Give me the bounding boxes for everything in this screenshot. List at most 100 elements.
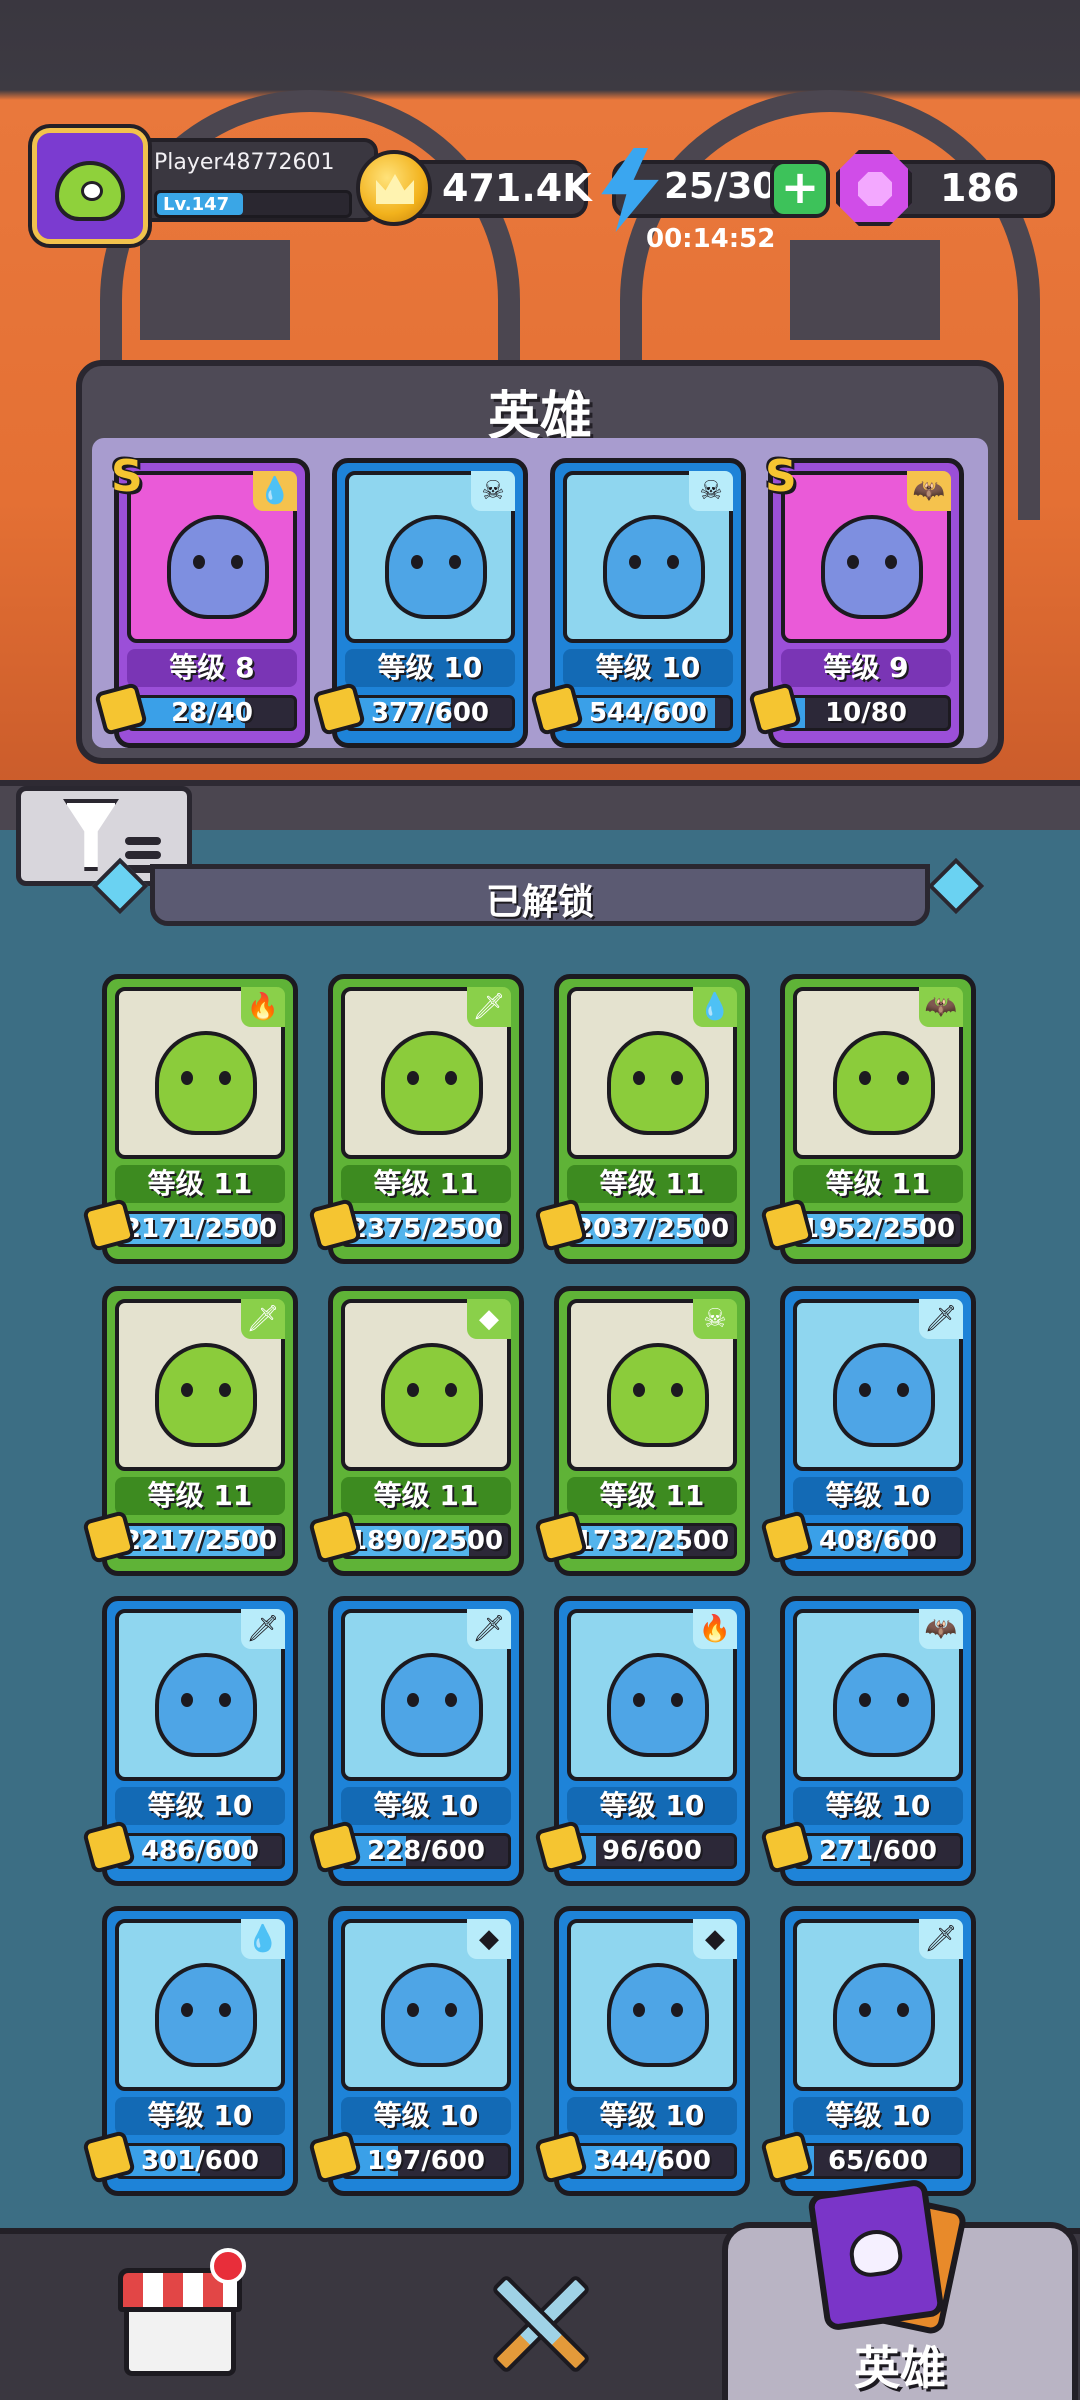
- hero-eyes: [407, 2003, 457, 2017]
- hero-eyes: [859, 2003, 909, 2017]
- player-profile[interactable]: Player48772601 Lv.147: [28, 124, 378, 244]
- sword-icon: 🗡: [919, 1919, 963, 1959]
- hero-eyes: [181, 1071, 231, 1085]
- hero-card[interactable]: 🗡 等级 10 408/600: [760, 1286, 976, 1576]
- hero-eyes: [847, 555, 897, 569]
- shard-count: 2217/2500: [122, 1526, 278, 1556]
- hero-eyes: [633, 1071, 683, 1085]
- shard-count: 10/80: [825, 698, 907, 728]
- fire-icon: 🔥: [693, 1609, 737, 1649]
- hero-face-icon: [846, 2226, 905, 2280]
- hero-card[interactable]: 🔥 等级 10 96/600: [534, 1596, 750, 1886]
- hero-eyes: [411, 555, 461, 569]
- hero-eyes: [629, 555, 679, 569]
- slime-avatar-icon: [55, 161, 125, 221]
- hero-card[interactable]: 🦇 等级 11 1952/2500: [760, 974, 976, 1264]
- rank-badge: S: [765, 451, 797, 502]
- tab-heroes-label: 英雄: [854, 2341, 946, 2395]
- shard-progress-bar: 544/600: [563, 695, 733, 731]
- tab-battle[interactable]: [360, 2234, 720, 2400]
- gold-coin-icon: [356, 150, 432, 226]
- energy-timer: 00:14:52: [646, 224, 776, 254]
- hero-level: 等级 10: [341, 1787, 511, 1825]
- tab-heroes[interactable]: 英雄: [722, 2178, 1078, 2400]
- shard-count: 1890/2500: [348, 1526, 504, 1556]
- shard-progress-bar: 2375/2500: [341, 1211, 511, 1247]
- shard-progress-bar: 10/80: [781, 695, 951, 731]
- shard-progress-bar: 1890/2500: [341, 1523, 511, 1559]
- hero-level: 等级 11: [567, 1477, 737, 1515]
- avatar[interactable]: [32, 128, 148, 244]
- tab-shop[interactable]: [0, 2234, 360, 2400]
- hero-card[interactable]: 🗡 等级 10 486/600: [82, 1596, 298, 1886]
- shard-progress-bar: 1952/2500: [793, 1211, 963, 1247]
- sword-icon: 🗡: [241, 1299, 285, 1339]
- shard-count: 2375/2500: [348, 1214, 504, 1244]
- hero-card[interactable]: 🗡 等级 11 2375/2500: [308, 974, 524, 1264]
- hero-level: 等级 11: [115, 1165, 285, 1203]
- shard-progress-bar: 2037/2500: [567, 1211, 737, 1247]
- shard-count: 228/600: [366, 1836, 486, 1866]
- hero-card[interactable]: 🗡 等级 10 228/600: [308, 1596, 524, 1886]
- shard-progress-bar: 486/600: [115, 1833, 285, 1869]
- gem-amount: 186: [940, 166, 1020, 210]
- bat-icon: 🦇: [907, 471, 951, 511]
- bat-icon: 🦇: [919, 1609, 963, 1649]
- hero-card[interactable]: 💧 等级 11 2037/2500: [534, 974, 750, 1264]
- add-energy-button[interactable]: +: [770, 160, 830, 218]
- hero-card[interactable]: 🦇 等级 10 271/600: [760, 1596, 976, 1886]
- notification-dot: [210, 2248, 246, 2284]
- gold-amount: 471.4K: [442, 166, 592, 210]
- hero-card[interactable]: 💧 等级 10 301/600: [82, 1906, 298, 2196]
- sword-icon: 🗡: [467, 1609, 511, 1649]
- hero-eyes: [407, 1383, 457, 1397]
- shard-progress-bar: 65/600: [793, 2143, 963, 2179]
- hero-card[interactable]: 🗡 等级 10 65/600: [760, 1906, 976, 2196]
- hero-card[interactable]: ☠ 等级 11 1732/2500: [534, 1286, 750, 1576]
- shard-progress-bar: 377/600: [345, 695, 515, 731]
- bat-icon: 🦇: [919, 987, 963, 1027]
- hero-card[interactable]: 🔥 等级 11 2171/2500: [82, 974, 298, 1264]
- section-header: 已解锁: [150, 864, 930, 926]
- shard-count: 2171/2500: [122, 1214, 278, 1244]
- shard-count: 96/600: [602, 1836, 702, 1866]
- hero-eyes: [859, 1383, 909, 1397]
- shard-progress-bar: 1732/2500: [567, 1523, 737, 1559]
- hero-eyes: [181, 1693, 231, 1707]
- filter-line: [125, 837, 161, 845]
- shard-count: 2037/2500: [574, 1214, 730, 1244]
- hero-level: 等级 11: [567, 1165, 737, 1203]
- crossed-swords-icon: [478, 2264, 602, 2384]
- hero-level: 等级 10: [567, 2097, 737, 2135]
- hero-eyes: [407, 1693, 457, 1707]
- hero-eyes: [859, 1071, 909, 1085]
- hero-card[interactable]: 💧 S 等级 8 28/40: [94, 451, 310, 748]
- hero-card[interactable]: ☠ 等级 10 377/600: [312, 458, 528, 748]
- hero-cards-icon: [806, 2178, 946, 2332]
- hero-level: 等级 9: [781, 649, 951, 687]
- rank-badge: S: [111, 451, 143, 502]
- shard-count: 1952/2500: [800, 1214, 956, 1244]
- player-level-bar: Lv.147: [154, 190, 352, 218]
- hero-card[interactable]: ◆ 等级 10 197/600: [308, 1906, 524, 2196]
- hero-card[interactable]: ◆ 等级 11 1890/2500: [308, 1286, 524, 1576]
- water-drop-icon: 💧: [693, 987, 737, 1027]
- shard-progress-bar: 2217/2500: [115, 1523, 285, 1559]
- hero-card[interactable]: ☠ 等级 10 544/600: [530, 458, 746, 748]
- hero-eyes: [633, 1693, 683, 1707]
- hero-card[interactable]: ◆ 等级 10 344/600: [534, 1906, 750, 2196]
- hero-level: 等级 11: [341, 1477, 511, 1515]
- hero-card[interactable]: 🦇 S 等级 9 10/80: [748, 451, 964, 748]
- shard-progress-bar: 408/600: [793, 1523, 963, 1559]
- shard-count: 377/600: [370, 698, 490, 728]
- skull-icon: ☠: [471, 471, 515, 511]
- hero-card[interactable]: 🗡 等级 11 2217/2500: [82, 1286, 298, 1576]
- rock-icon: ◆: [467, 1299, 511, 1339]
- player-name: Player48772601: [154, 150, 335, 175]
- shard-count: 544/600: [588, 698, 708, 728]
- shard-count: 1732/2500: [574, 1526, 730, 1556]
- hero-eyes: [181, 1383, 231, 1397]
- background-pillar: [140, 240, 290, 340]
- avatar-eye: [81, 181, 103, 201]
- shard-progress-bar: 197/600: [341, 2143, 511, 2179]
